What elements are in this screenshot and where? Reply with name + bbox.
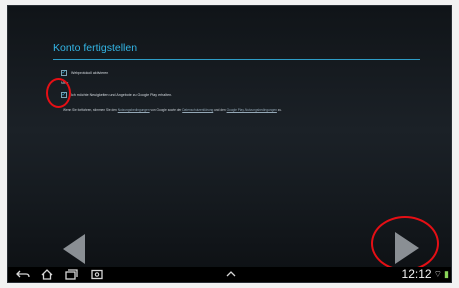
back-icon[interactable]: [16, 269, 30, 280]
screenshot-icon[interactable]: [90, 269, 104, 280]
system-navigation-bar: 12:12 ⌔ ▮: [8, 267, 451, 282]
wifi-icon: ⌔: [433, 269, 443, 279]
terms-link-tos[interactable]: Nutzungsbedingungen: [118, 108, 150, 112]
page-title: Konto fertigstellen: [53, 42, 138, 54]
status-area: 12:12 ⌔ ▮: [402, 268, 449, 281]
signal-icon: ▮: [444, 269, 449, 279]
terms-text: Wenn Sie fortfahren, stimmen Sie den Nut…: [63, 108, 393, 112]
terms-and: und den: [214, 108, 226, 112]
option-google-play-news[interactable]: ✓ Ich möchte Neuigkeiten und Angebote zu…: [61, 92, 172, 98]
clock: 12:12: [401, 267, 432, 281]
annotation-circle-checkbox: [46, 78, 71, 108]
previous-arrow-icon[interactable]: [63, 234, 85, 264]
annotation-circle-next: [371, 216, 439, 271]
option-google-play-news-label: Ich möchte Neuigkeiten und Angebote zu G…: [71, 93, 173, 97]
recent-apps-icon[interactable]: [64, 269, 78, 280]
option-web-history-label: Webprotokoll aktivieren: [71, 71, 109, 75]
terms-link-privacy[interactable]: Datenschutzerklärung: [182, 108, 213, 112]
option-web-history[interactable]: ✓ Webprotokoll aktivieren: [61, 70, 108, 76]
terms-middle: von Google sowie der: [150, 108, 182, 112]
tablet-screen: Konto fertigstellen ✓ Webprotokoll aktiv…: [7, 5, 452, 283]
terms-suffix: zu.: [277, 108, 283, 112]
up-chevron-icon[interactable]: [224, 269, 238, 280]
terms-prefix: Wenn Sie fortfahren, stimmen Sie den: [63, 108, 117, 112]
home-icon[interactable]: [40, 269, 54, 280]
terms-link-play[interactable]: Google Play-Nutzungsbedingungen: [227, 108, 277, 112]
checkbox-web-history[interactable]: ✓: [61, 70, 67, 76]
title-divider: [53, 59, 420, 60]
